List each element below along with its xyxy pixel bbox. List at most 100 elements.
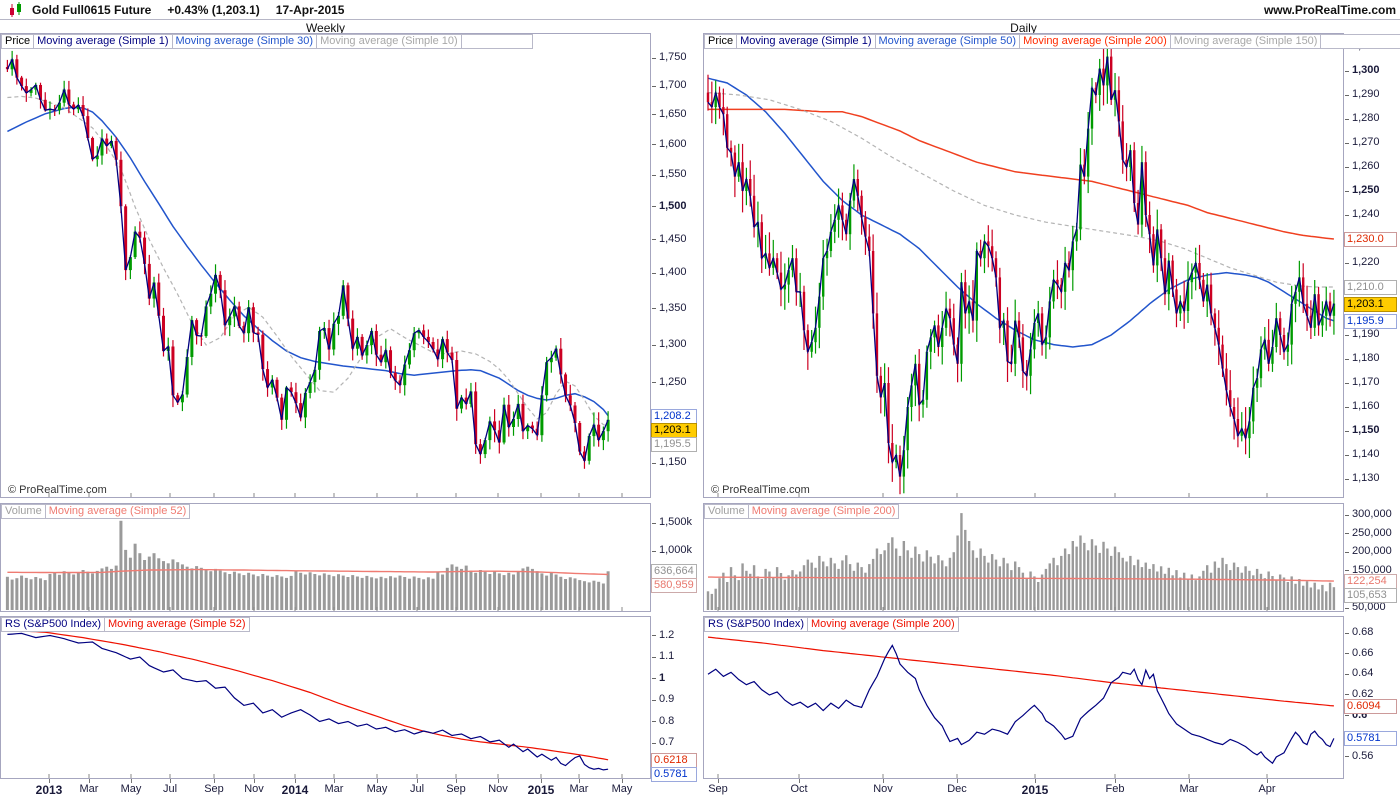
x-axis-label: Mar xyxy=(1179,783,1199,795)
axis-value-badge: 1,203.1 xyxy=(1344,296,1397,312)
legend-item[interactable]: Volume xyxy=(1,504,46,519)
axis-tick-mark xyxy=(1345,406,1349,408)
legend-item[interactable]: Moving average (Simple 1) xyxy=(33,34,173,49)
daily-price-chart[interactable] xyxy=(703,33,1344,498)
axis-value-badge: 105,653 xyxy=(1344,588,1397,604)
legend-item[interactable]: Moving average (Simple 200) xyxy=(747,504,900,519)
axis-label: 1,240 xyxy=(1352,208,1380,220)
x-axis-label: May xyxy=(611,783,633,795)
axis-label: 0.8 xyxy=(659,714,675,727)
axis-label: 1,500k xyxy=(659,516,693,528)
axis-value-badge: 0.5781 xyxy=(1344,731,1397,747)
legend-item[interactable]: Price xyxy=(704,34,738,49)
legend-item[interactable]: Moving average (Simple 150) xyxy=(1169,34,1322,49)
axis-label: 1,220 xyxy=(1352,256,1380,268)
x-axis-label: Sep xyxy=(446,783,466,795)
legend-item[interactable]: RS (S&P500 Index) xyxy=(1,617,105,632)
weekly-price-chart[interactable] xyxy=(0,33,651,498)
weekly-volume-chart[interactable] xyxy=(0,503,651,612)
axis-label: 1,170 xyxy=(1352,376,1380,388)
x-axis-label: Oct xyxy=(790,783,808,795)
legend-item[interactable]: Moving average (Simple 50) xyxy=(874,34,1021,49)
legend-item[interactable]: Price xyxy=(1,34,35,49)
axis-tick-mark xyxy=(652,206,656,208)
axis-tick-mark xyxy=(1345,358,1349,360)
axis-value-badge: 0.6094 xyxy=(1344,698,1397,714)
axis-tick-mark xyxy=(652,144,656,146)
x-axis-label: Jul xyxy=(409,783,425,795)
legend-bar-price: Price Moving average (Simple 1) Moving ave… xyxy=(704,34,1400,49)
axis-tick-mark xyxy=(652,57,656,59)
axis-tick-mark xyxy=(652,344,656,346)
axis-value-badge: 636,664 xyxy=(651,564,697,580)
x-axis-label: Mar xyxy=(324,783,344,795)
axis-label: 300,000 xyxy=(1352,508,1392,520)
axis-label: 1,190 xyxy=(1352,328,1380,340)
axis-tick-mark xyxy=(652,114,656,116)
legend-item[interactable]: Moving average (Simple 200) xyxy=(1019,34,1171,49)
axis-tick-mark xyxy=(652,635,656,636)
axis-value-badge: 0.5781 xyxy=(651,766,697,782)
axis-label: 1,150 xyxy=(1352,424,1380,436)
axis-tick-mark xyxy=(1345,533,1349,535)
legend-item[interactable]: Moving average (Simple 52) xyxy=(44,504,191,519)
axis-tick-mark xyxy=(652,742,656,744)
legend-bar-volume: Volume Moving average (Simple 200) xyxy=(704,504,900,519)
instrument-header: Gold Full0615 Future +0.43% (1,203.1) 17… xyxy=(0,0,1400,20)
axis-label: 1,140 xyxy=(1352,448,1380,460)
axis-label: 1,500 xyxy=(659,199,687,212)
legend-bar-volume: Volume Moving average (Simple 52) xyxy=(1,504,191,519)
axis-tick-mark xyxy=(1345,570,1349,572)
axis-tick-mark xyxy=(1345,756,1349,758)
daily-volume-chart[interactable] xyxy=(703,503,1344,612)
axis-label: 1.2 xyxy=(659,628,675,641)
x-axis-label: Mar xyxy=(569,783,589,795)
axis-label: 1,350 xyxy=(659,301,687,314)
axis-label: 1,650 xyxy=(659,107,687,120)
axis-label: 1,550 xyxy=(659,168,687,181)
legend-item[interactable]: RS (S&P500 Index) xyxy=(704,617,808,632)
x-axis-label: Apr xyxy=(1258,783,1276,795)
axis-label: 1,280 xyxy=(1352,112,1380,124)
daily-rs-chart[interactable] xyxy=(703,616,1344,779)
weekly-rs-chart[interactable] xyxy=(0,616,651,779)
axis-label: 0.68 xyxy=(1352,626,1374,638)
axis-tick-mark xyxy=(1345,382,1349,384)
axis-tick-mark xyxy=(1345,94,1349,96)
axis-tick-mark xyxy=(652,721,656,722)
legend-item[interactable]: Volume xyxy=(704,504,749,519)
axis-tick-mark xyxy=(1345,142,1349,144)
website-link[interactable]: www.ProRealTime.com xyxy=(1264,3,1396,17)
axis-label: 0.56 xyxy=(1352,749,1374,762)
chart-watermark: © ProRealTime.com xyxy=(711,484,810,496)
axis-tick-mark xyxy=(652,239,656,241)
legend-item[interactable]: Moving average (Simple 200) xyxy=(807,617,959,632)
axis-label: 200,000 xyxy=(1352,545,1392,558)
axis-label: 0.64 xyxy=(1352,667,1374,680)
axis-tick-mark xyxy=(652,678,656,679)
axis-value-badge: 0.6218 xyxy=(651,752,697,768)
axis-tick-mark xyxy=(1345,262,1349,264)
axis-label: 1,750 xyxy=(659,51,687,64)
legend-item[interactable]: Moving average (Simple 30) xyxy=(171,34,318,49)
axis-label: 1 xyxy=(659,671,666,684)
prorealtime-workspace: Gold Full0615 Future +0.43% (1,203.1) 17… xyxy=(0,0,1400,800)
x-axis-label: May xyxy=(366,783,388,795)
axis-tick-mark xyxy=(652,308,656,310)
x-axis-label: Mar xyxy=(79,783,99,795)
x-axis-label: 2015 xyxy=(1021,783,1049,797)
axis-tick-mark xyxy=(652,272,656,274)
legend-item[interactable]: Moving average (Simple 10) xyxy=(316,34,462,49)
axis-tick-mark xyxy=(1345,551,1349,553)
axis-tick-mark xyxy=(1345,214,1349,216)
axis-value-badge: 1,208.2 xyxy=(651,408,697,424)
axis-tick-mark xyxy=(1345,70,1349,72)
legend-spacer xyxy=(1320,34,1400,49)
axis-tick-mark xyxy=(652,174,656,176)
legend-item[interactable]: Moving average (Simple 1) xyxy=(736,34,876,49)
axis-tick-mark xyxy=(1345,334,1349,336)
axis-label: 1,300 xyxy=(659,338,687,350)
legend-item[interactable]: Moving average (Simple 52) xyxy=(104,617,250,632)
axis-label: 1,250 xyxy=(659,375,687,388)
timeframe-title-daily: Daily xyxy=(1010,21,1037,35)
